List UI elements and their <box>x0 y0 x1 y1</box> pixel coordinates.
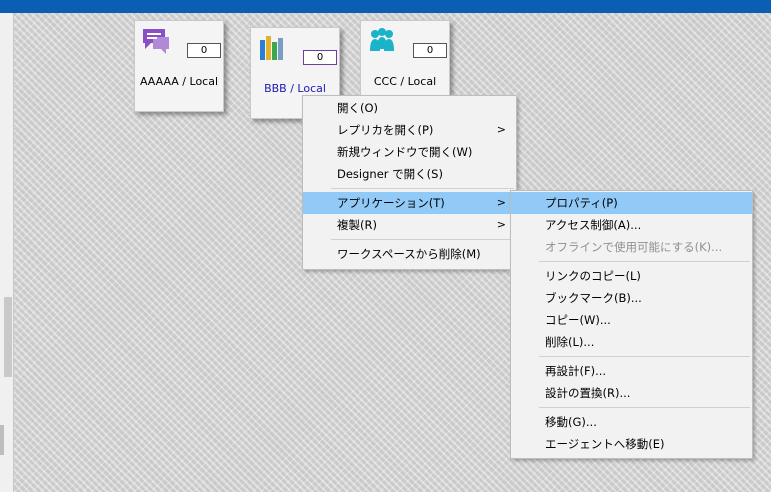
panel-resize-handle[interactable] <box>0 425 4 455</box>
chevron-right-icon: > <box>496 218 506 231</box>
menu-item-bookmark[interactable]: ブックマーク(B)... <box>511 287 752 309</box>
unread-count: 0 <box>187 43 221 58</box>
menu-item-application[interactable]: アプリケーション(T) > <box>303 192 516 214</box>
panel-collapse-handle[interactable] <box>4 297 12 377</box>
menu-item-access-control[interactable]: アクセス制御(A)... <box>511 214 752 236</box>
menu-item-open-designer[interactable]: Designer で開く(S) <box>303 163 516 185</box>
menu-item-duplicate[interactable]: 複製(R) > <box>303 214 516 236</box>
left-panel <box>0 13 14 492</box>
menu-item-offline-enable: オフラインで使用可能にする(K)... <box>545 240 723 254</box>
unread-count: 0 <box>413 43 447 58</box>
menu-item-open[interactable]: 開く(O) <box>303 97 516 119</box>
menu-separator <box>331 188 514 189</box>
chevron-right-icon: > <box>496 196 506 209</box>
unread-count: 0 <box>303 50 337 65</box>
menu-separator <box>331 239 514 240</box>
menu-item-move-agent[interactable]: エージェントへ移動(E) <box>511 433 752 455</box>
tile-label: CCC / Local <box>373 75 437 88</box>
menu-separator <box>539 261 750 262</box>
tile-label: AAAAA / Local <box>139 75 219 88</box>
menu-item-open-new-window[interactable]: 新規ウィンドウで開く(W) <box>303 141 516 163</box>
menu-separator <box>539 356 750 357</box>
users-icon <box>370 28 394 51</box>
menu-separator <box>539 407 750 408</box>
menu-item-remove-workspace[interactable]: ワークスペースから削除(M) <box>303 243 516 265</box>
context-menu: 開く(O) レプリカを開く(P) > 新規ウィンドウで開く(W) Designer… <box>302 95 517 270</box>
tile-label: BBB / Local <box>264 82 326 95</box>
application-submenu: プロパティ(P) アクセス制御(A)... オフラインで使用可能にする(K)..… <box>510 190 753 459</box>
menu-item-copy-link[interactable]: リンクのコピー(L) <box>511 265 752 287</box>
menu-item-open-replica[interactable]: レプリカを開く(P) > <box>303 119 516 141</box>
books-icon <box>260 36 283 60</box>
chevron-right-icon: > <box>496 123 506 136</box>
chat-icon <box>143 29 169 54</box>
menu-item-copy[interactable]: コピー(W)... <box>511 309 752 331</box>
menu-item-replace-design[interactable]: 設計の置換(R)... <box>511 382 752 404</box>
menu-item-redesign[interactable]: 再設計(F)... <box>511 360 752 382</box>
menu-item-delete[interactable]: 削除(L)... <box>511 331 752 353</box>
menu-item-move[interactable]: 移動(G)... <box>511 411 752 433</box>
menu-item-properties[interactable]: プロパティ(P) <box>511 192 752 214</box>
workspace-tile-aaaaa[interactable]: 0 AAAAA / Local <box>134 20 224 112</box>
title-bar <box>0 0 771 13</box>
